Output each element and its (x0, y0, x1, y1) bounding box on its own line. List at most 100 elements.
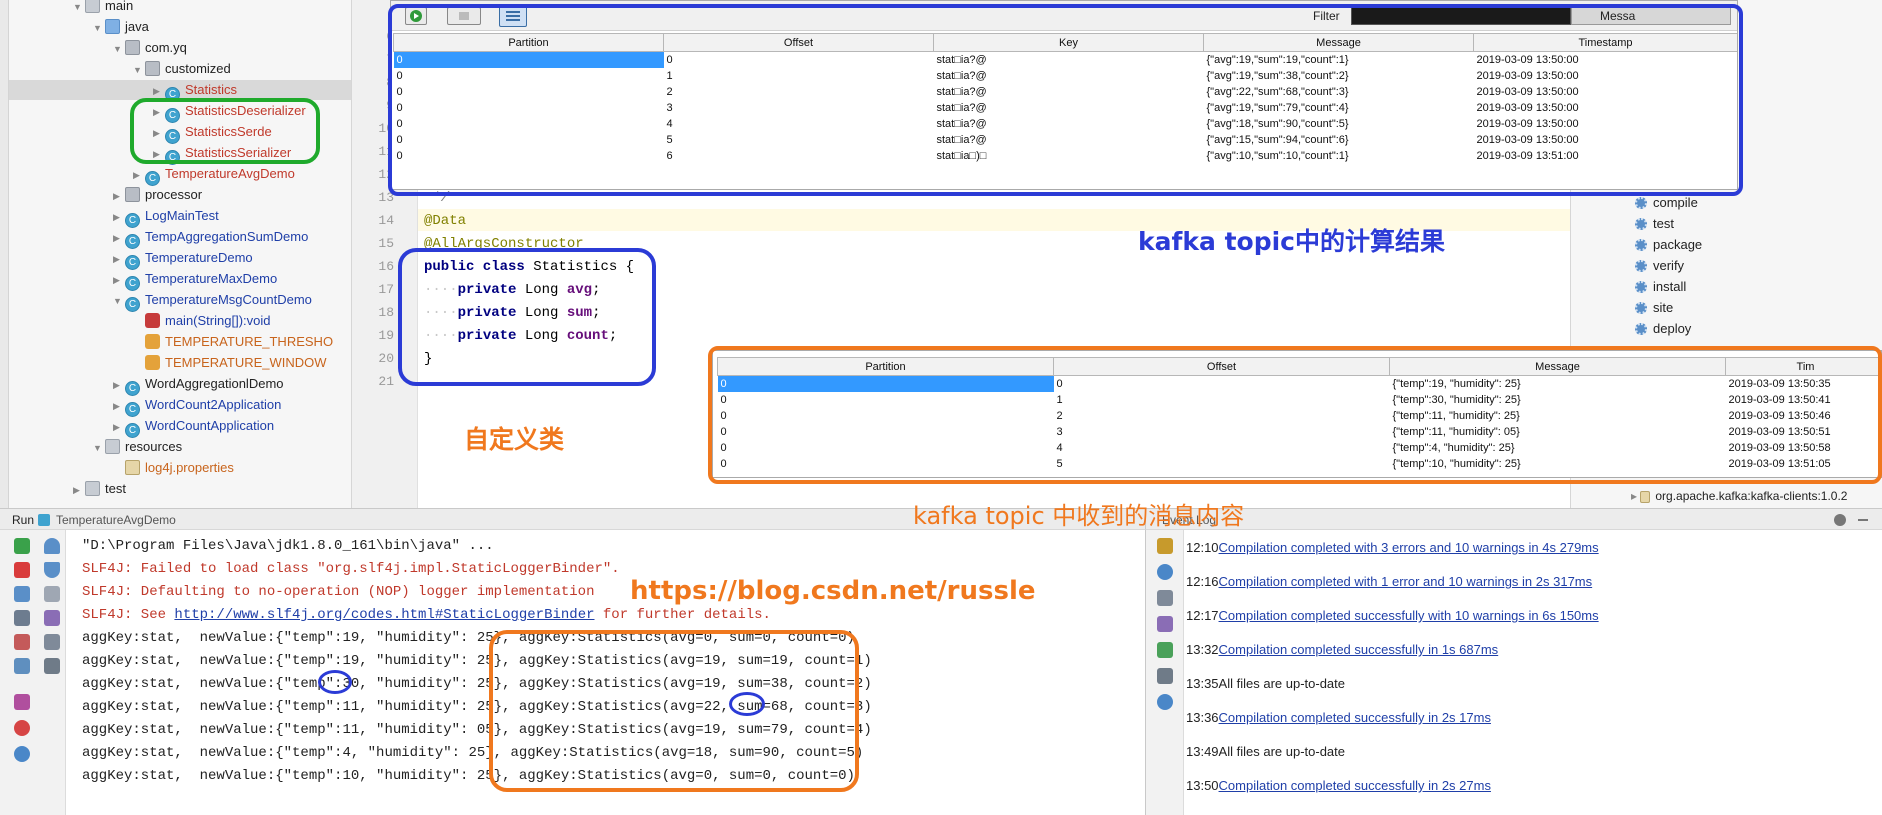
stop-icon[interactable] (447, 7, 481, 25)
column-header[interactable]: Message (1203, 33, 1474, 52)
tree-item[interactable]: ▼ resources (93, 437, 182, 457)
event-link[interactable]: Compilation completed successfully in 2s… (1219, 710, 1491, 725)
maven-goal-install[interactable]: install (1635, 277, 1686, 297)
expanded-arrow-icon[interactable]: ▼ (93, 18, 105, 38)
project-tool-strip[interactable] (0, 0, 9, 508)
tree-item[interactable]: ▶ C WordAggregationlDemo (113, 374, 284, 396)
tree-item[interactable]: ▶ test (73, 479, 126, 499)
collapsed-arrow-icon[interactable]: ▶ (153, 144, 165, 164)
table-row[interactable]: 0 0 {"temp":19, "humidity": 25} 2019-03-09 … (717, 375, 1882, 392)
table-row[interactable]: 0 2 {"temp":11, "humidity": 25} 2019-03-09 … (718, 408, 1882, 424)
table-row[interactable]: 0 4 {"temp":4, "humidity": 25} 2019-03-09 1… (718, 440, 1882, 456)
trash-icon[interactable] (44, 658, 60, 674)
tree-item[interactable]: TEMPERATURE_WINDOW (133, 353, 327, 373)
column-header[interactable]: Tim (1725, 357, 1881, 376)
tree-item[interactable]: ▼ main (73, 0, 133, 16)
scroll-to-end-icon[interactable] (1157, 616, 1173, 632)
rerun-icon[interactable] (14, 538, 30, 554)
column-header[interactable]: Partition (393, 33, 664, 52)
tree-item[interactable]: ▶ C WordCountApplication (113, 416, 274, 438)
pause-icon[interactable] (14, 586, 30, 602)
event-link[interactable]: Compilation completed successfully with … (1219, 608, 1599, 623)
close-icon[interactable] (14, 720, 30, 736)
dump-threads-icon[interactable] (14, 610, 30, 626)
table-row[interactable]: 0 5 {"temp":10, "humidity": 25} 2019-03-09 … (718, 456, 1882, 472)
tree-item[interactable]: ▶ C TemperatureAvgDemo (133, 164, 295, 186)
message-filter-dropdown[interactable]: Messa (1571, 7, 1731, 25)
column-header[interactable]: Offset (663, 33, 934, 52)
play-icon[interactable] (405, 7, 427, 25)
tree-item[interactable]: ▶ C LogMainTest (113, 206, 219, 228)
tree-item[interactable]: ▶ C StatisticsDeserializer (153, 101, 306, 123)
event-link[interactable]: Compilation completed with 3 errors and … (1219, 540, 1599, 555)
code-line[interactable]: public class Statistics { (424, 256, 634, 278)
tree-item[interactable]: ▶ processor (113, 185, 202, 205)
column-header[interactable]: Partition (717, 357, 1054, 376)
balloon-icon[interactable] (1157, 564, 1173, 580)
collapsed-arrow-icon[interactable]: ▶ (113, 396, 125, 416)
layout-icon[interactable] (14, 658, 30, 674)
column-header[interactable]: Offset (1053, 357, 1390, 376)
scroll-to-end-icon[interactable] (44, 610, 60, 626)
soft-wrap-icon[interactable] (44, 586, 60, 602)
code-line[interactable]: */ (424, 187, 449, 209)
code-line[interactable]: ····private Long count; (424, 325, 617, 347)
expanded-arrow-icon[interactable]: ▼ (93, 438, 105, 458)
tree-item[interactable]: ▶ C StatisticsSerde (153, 122, 272, 144)
tree-item[interactable]: ▶ C TemperatureDemo (113, 248, 253, 270)
collapsed-arrow-icon[interactable]: ▶ (113, 228, 125, 248)
tree-item[interactable]: log4j.properties (113, 458, 234, 478)
expanded-arrow-icon[interactable]: ▼ (133, 60, 145, 80)
tree-item[interactable]: ▶ C TemperatureMaxDemo (113, 269, 277, 291)
tree-item[interactable]: ▶ C WordCount2Application (113, 395, 281, 417)
mark-read-icon[interactable] (1157, 642, 1173, 658)
tree-item[interactable]: ▼ customized (133, 59, 231, 79)
code-line[interactable]: @Data (424, 210, 466, 232)
list-icon[interactable] (499, 5, 527, 27)
event-link[interactable]: Compilation completed successfully in 2s… (1219, 778, 1491, 793)
print-icon[interactable] (44, 634, 60, 650)
console-link[interactable]: http://www.slf4j.org/codes.html#StaticLo… (174, 607, 594, 623)
maven-goal-verify[interactable]: verify (1635, 256, 1684, 276)
expanded-arrow-icon[interactable]: ▼ (113, 291, 125, 311)
column-header[interactable]: Key (933, 33, 1204, 52)
table-row[interactable]: 0 4 stat□ia?@ {"avg":18,"sum":90,"count":5}… (394, 116, 1738, 132)
table-row[interactable]: 0 3 {"temp":11, "humidity": 05} 2019-03-09 … (718, 424, 1882, 440)
collapsed-arrow-icon[interactable]: ▶ (153, 102, 165, 122)
trash-icon[interactable] (1157, 668, 1173, 684)
table-row[interactable]: 0 1 stat□ia?@ {"avg":19,"sum":38,"count":2}… (394, 68, 1738, 84)
minimize-icon[interactable] (1858, 519, 1868, 521)
run-tab-label[interactable]: Run (12, 509, 34, 531)
help-icon[interactable] (14, 746, 30, 762)
scroll-up-icon[interactable] (44, 538, 60, 554)
collapsed-arrow-icon[interactable]: ▶ (113, 186, 125, 206)
tree-item[interactable]: main(String[]):void (133, 311, 270, 331)
exit-icon[interactable] (14, 634, 30, 650)
soft-wrap-icon[interactable] (1157, 590, 1173, 606)
pin-icon[interactable] (14, 694, 30, 710)
tree-item[interactable]: ▶ C Statistics (9, 80, 351, 102)
table-row[interactable]: 0 5 stat□ia?@ {"avg":15,"sum":94,"count":6}… (394, 132, 1738, 148)
stop-icon[interactable] (14, 562, 30, 578)
tree-item[interactable]: ▼ C TemperatureMsgCountDemo (113, 290, 312, 312)
table-row[interactable]: 0 1 {"temp":30, "humidity": 25} 2019-03-09 … (718, 392, 1882, 408)
collapsed-arrow-icon[interactable]: ▶ (113, 249, 125, 269)
maven-goal-compile[interactable]: compile (1635, 193, 1698, 213)
table-row[interactable]: 0 3 stat□ia?@ {"avg":19,"sum":79,"count":4}… (394, 100, 1738, 116)
collapsed-arrow-icon[interactable]: ▶ (113, 207, 125, 227)
tree-item[interactable]: ▼ java (93, 17, 149, 37)
collapsed-arrow-icon[interactable]: ▶ (73, 480, 85, 500)
maven-goal-deploy[interactable]: deploy (1635, 319, 1691, 339)
run-config-tab[interactable]: TemperatureAvgDemo (56, 509, 176, 531)
code-line[interactable]: } (424, 348, 432, 370)
scroll-down-icon[interactable] (44, 562, 60, 578)
column-header[interactable]: Message (1389, 357, 1726, 376)
code-line[interactable]: ····private Long avg; (424, 279, 600, 301)
maven-goal-site[interactable]: site (1635, 298, 1673, 318)
code-line[interactable]: @AllArgsConstructor (424, 233, 584, 255)
event-link[interactable]: Compilation completed successfully in 1s… (1219, 642, 1499, 657)
collapsed-arrow-icon[interactable]: ▶ (153, 81, 165, 101)
tree-item[interactable]: TEMPERATURE_THRESHO (133, 332, 333, 352)
table-row[interactable]: 0 0 stat□ia?@ {"avg":19,"sum":19,"count":1}… (393, 51, 1738, 68)
expanded-arrow-icon[interactable]: ▼ (113, 39, 125, 59)
